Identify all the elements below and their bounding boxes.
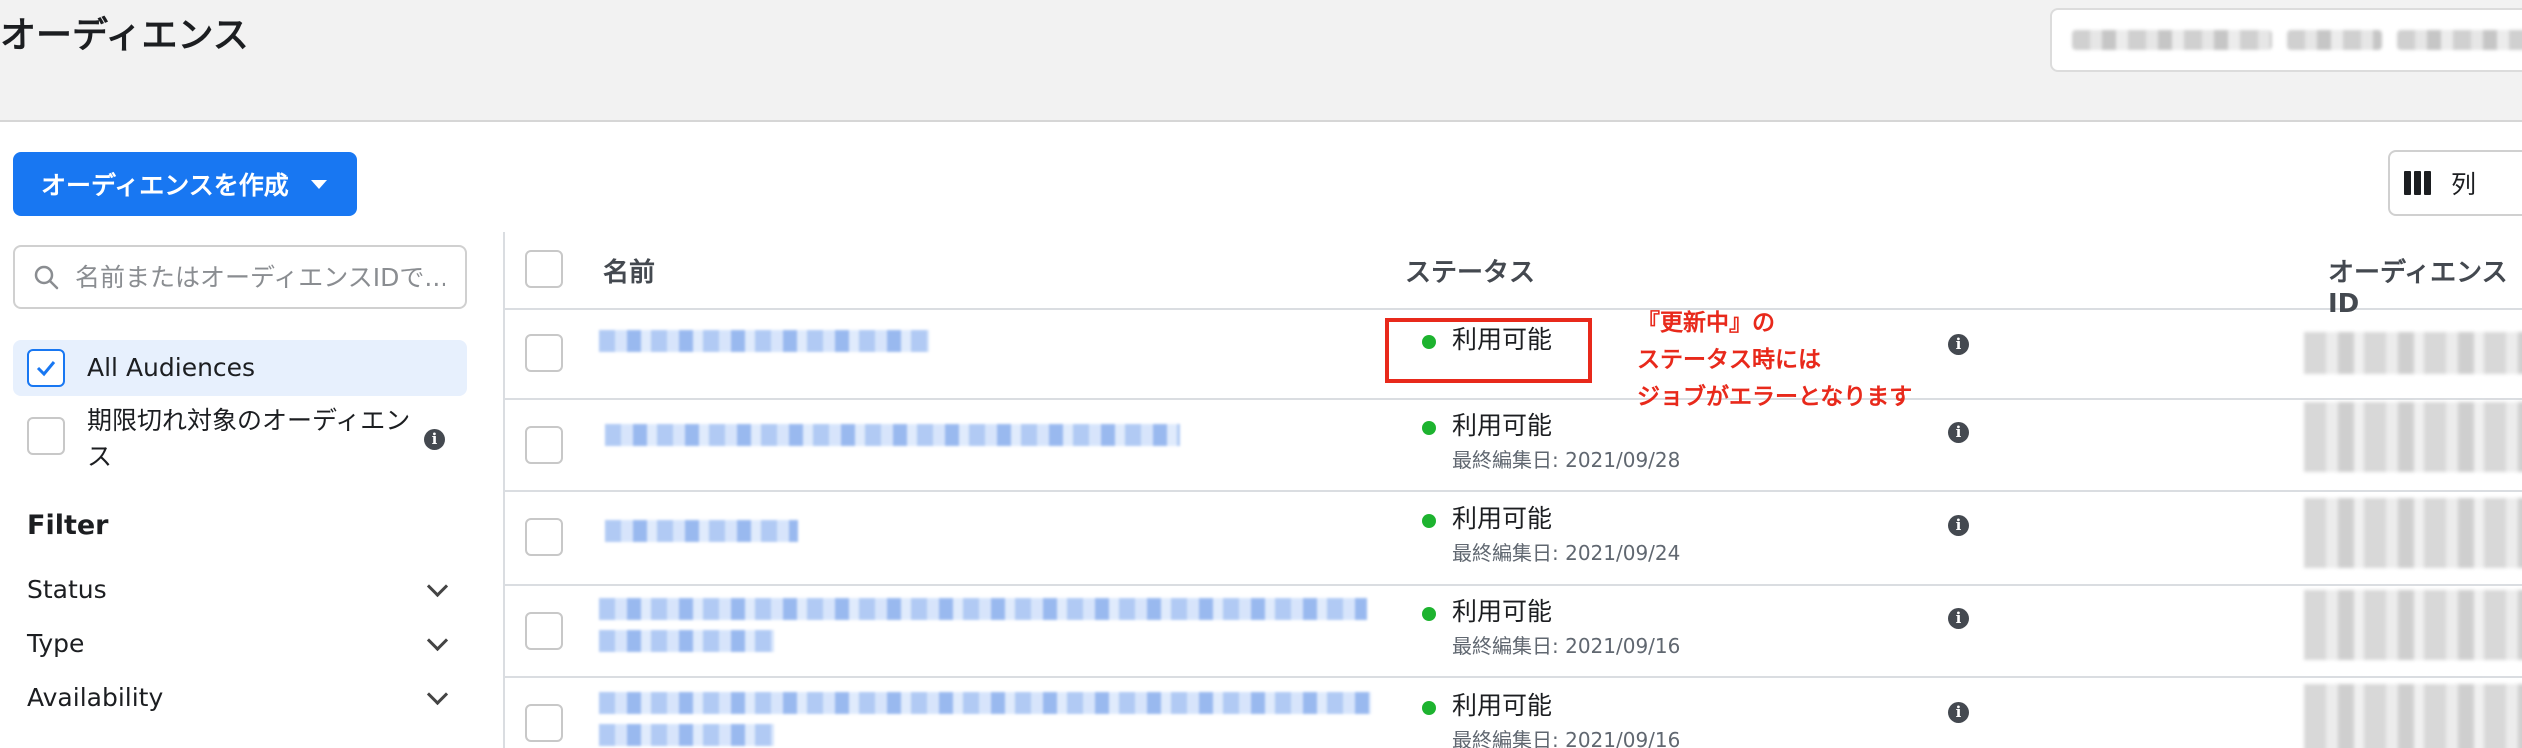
- page-title: オーディエンス: [0, 15, 249, 56]
- status-text: 利用可能: [1452, 691, 1553, 720]
- row-checkbox[interactable]: [525, 704, 563, 742]
- search-icon: [34, 265, 59, 290]
- account-id-redacted: [2287, 30, 2382, 50]
- filter-label: Type: [27, 629, 85, 658]
- audience-id-redacted: [2304, 332, 2522, 374]
- table-row[interactable]: 利用可能 最終編集日: 2021/09/16 i: [505, 676, 2522, 748]
- audience-name-redacted[interactable]: [599, 598, 1367, 620]
- account-extra-redacted: [2397, 30, 2522, 50]
- audience-name-redacted[interactable]: [605, 424, 1180, 446]
- filter-type[interactable]: Type: [27, 629, 451, 658]
- dropdown-caret-icon: [310, 179, 327, 189]
- chevron-down-icon: [426, 629, 449, 652]
- table-row[interactable]: 利用可能 最終編集日: 2021/09/28 i: [505, 398, 2522, 492]
- audience-id-redacted: [2304, 684, 2522, 748]
- status-dot-icon: [1422, 421, 1436, 435]
- row-checkbox[interactable]: [525, 518, 563, 556]
- status-dot-icon: [1422, 514, 1436, 528]
- info-icon[interactable]: i: [1948, 702, 1969, 723]
- status-text: 利用可能: [1452, 411, 1553, 440]
- chevron-down-icon: [426, 575, 449, 598]
- create-audience-label: オーディエンスを作成: [41, 171, 289, 200]
- row-checkbox[interactable]: [525, 612, 563, 650]
- search-field[interactable]: [13, 245, 467, 309]
- last-edited-date: 最終編集日: 2021/09/16: [1452, 634, 1681, 658]
- annotation-line: 『更新中』の: [1637, 310, 1775, 336]
- annotation-note: 『更新中』の ステータス時には ジョブがエラーとなります: [1637, 305, 1912, 416]
- table-row[interactable]: 利用可能 最終編集日: 2021/09/16 i: [505, 584, 2522, 678]
- last-edited-date: 最終編集日: 2021/09/16: [1452, 728, 1681, 748]
- select-all-checkbox[interactable]: [525, 250, 563, 288]
- info-icon[interactable]: i: [1948, 422, 1969, 443]
- audience-name-redacted[interactable]: [599, 330, 929, 352]
- status-text: 利用可能: [1452, 504, 1553, 533]
- audience-name-redacted[interactable]: [599, 630, 774, 652]
- sidebar-item-expiring-audiences[interactable]: 期限切れ対象のオーディエンス i: [13, 403, 467, 475]
- search-input[interactable]: [73, 261, 447, 293]
- status-dot-icon: [1422, 701, 1436, 715]
- filter-label: Availability: [27, 683, 164, 712]
- account-name-redacted: [2072, 30, 2272, 50]
- create-audience-button[interactable]: オーディエンスを作成: [13, 152, 357, 216]
- audience-name-redacted[interactable]: [599, 724, 774, 746]
- account-selector[interactable]: [2050, 8, 2522, 72]
- audience-name-redacted[interactable]: [599, 692, 1371, 714]
- filter-heading: Filter: [27, 510, 109, 541]
- row-checkbox[interactable]: [525, 334, 563, 372]
- status-highlight-box: [1385, 318, 1592, 383]
- columns-icon: [2404, 171, 2431, 195]
- column-header-name[interactable]: 名前: [603, 252, 655, 289]
- audience-table: 名前 ステータス オーディエンスID 利用可能 i 利用可能 最終編集日: 20…: [503, 232, 2522, 748]
- audience-id-redacted: [2304, 590, 2522, 660]
- sidebar-item-label: 期限切れ対象のオーディエンス: [87, 406, 411, 471]
- info-icon[interactable]: i: [1948, 334, 1969, 355]
- filter-availability[interactable]: Availability: [27, 683, 451, 712]
- filter-status[interactable]: Status: [27, 575, 451, 604]
- sidebar-item-all-audiences[interactable]: All Audiences: [13, 340, 467, 396]
- info-icon[interactable]: i: [1948, 515, 1969, 536]
- row-checkbox[interactable]: [525, 426, 563, 464]
- audience-id-redacted: [2304, 402, 2522, 472]
- expiring-audiences-checkbox[interactable]: [27, 417, 65, 455]
- audience-id-redacted: [2304, 498, 2522, 568]
- status-text: 利用可能: [1452, 597, 1553, 626]
- table-row[interactable]: 利用可能 最終編集日: 2021/09/24 i: [505, 490, 2522, 586]
- chevron-down-icon: [426, 683, 449, 706]
- annotation-line: ジョブがエラーとなります: [1637, 384, 1913, 410]
- table-header: 名前 ステータス オーディエンスID: [505, 232, 2522, 319]
- annotation-line: ステータス時には: [1637, 347, 1821, 373]
- filter-label: Status: [27, 575, 107, 604]
- checkmark-icon: [36, 361, 56, 377]
- columns-button[interactable]: 列: [2388, 150, 2522, 216]
- status-dot-icon: [1422, 607, 1436, 621]
- all-audiences-checkbox[interactable]: [27, 349, 65, 387]
- sidebar-item-label: All Audiences: [87, 353, 256, 382]
- info-icon[interactable]: i: [1948, 608, 1969, 629]
- last-edited-date: 最終編集日: 2021/09/28: [1452, 448, 1681, 472]
- info-icon[interactable]: i: [424, 429, 445, 450]
- columns-label: 列: [2451, 170, 2477, 199]
- audience-name-redacted[interactable]: [605, 520, 798, 542]
- last-edited-date: 最終編集日: 2021/09/24: [1452, 541, 1681, 565]
- column-header-status[interactable]: ステータス: [1405, 252, 1535, 289]
